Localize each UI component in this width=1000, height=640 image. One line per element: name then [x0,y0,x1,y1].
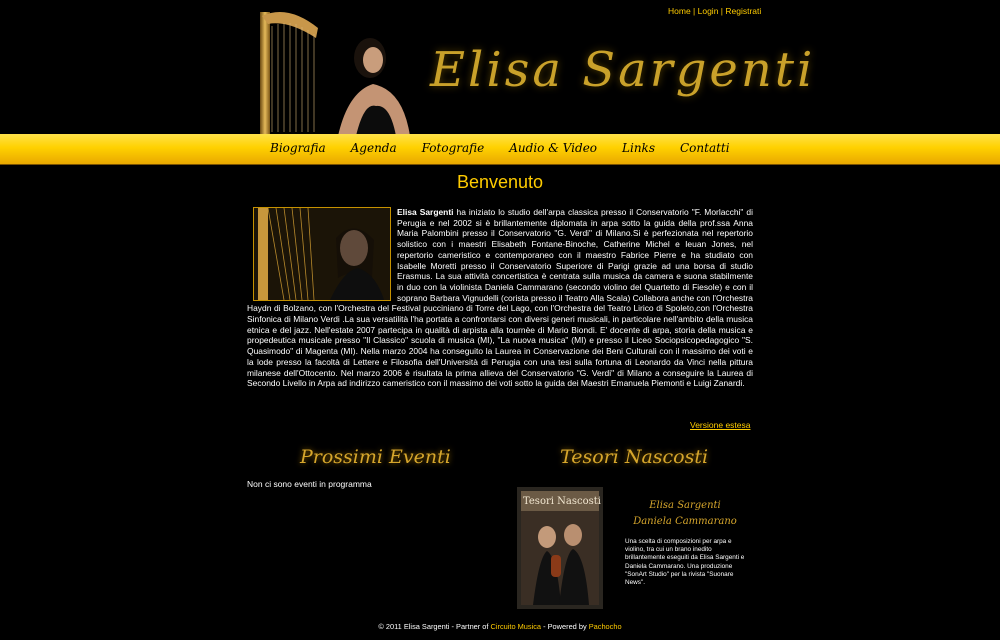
separator: | [690,6,698,16]
no-events-text: Non ci sono eventi in programma [247,479,372,489]
cd-artist-1: Elisa Sargenti [649,500,721,511]
cd-artists: Elisa Sargenti Daniela Cammarano [610,498,760,530]
register-link[interactable]: Registrati [725,6,761,16]
home-link[interactable]: Home [668,6,691,16]
events-title: Prossimi Eventi [300,446,451,468]
footer: © 2011 Elisa Sargenti - Partner of Circu… [0,622,1000,631]
nav-contatti[interactable]: Contatti [680,141,730,155]
bio-name: Elisa Sargenti [397,207,454,217]
tesori-title: Tesori Nascosti [560,446,709,468]
cd-cover-title: Tesori Nascosti [523,496,601,507]
nav-biografia[interactable]: Biografia [270,141,326,155]
login-link[interactable]: Login [698,6,719,16]
page-title: Benvenuto [456,172,544,192]
main-nav: Biografia Agenda Fotografie Audio & Vide… [270,141,755,155]
nav-audio-video[interactable]: Audio & Video [509,141,597,155]
footer-copyright: © 2011 Elisa Sargenti - Partner of [378,622,491,631]
extended-version-link[interactable]: Versione estesa [690,420,750,430]
cd-cover[interactable]: Tesori Nascosti [517,487,603,609]
cd-artist-2: Daniela Cammarano [633,516,737,527]
footer-powered-label: - Powered by [541,622,589,631]
site-signature: Elisa Sargenti [430,42,816,98]
nav-agenda[interactable]: Agenda [351,141,397,155]
powered-link[interactable]: Pachocho [589,622,622,631]
bio-photo [253,207,391,301]
nav-fotografie[interactable]: Fotografie [422,141,485,155]
portrait-image [338,38,410,136]
cd-description: Una scelta di composizioni per arpa e vi… [625,538,745,587]
top-links: Home | Login | Registrati [668,6,761,16]
nav-links[interactable]: Links [622,141,655,155]
partner-link[interactable]: Circuito Musica [491,622,542,631]
harp-image [260,12,318,136]
